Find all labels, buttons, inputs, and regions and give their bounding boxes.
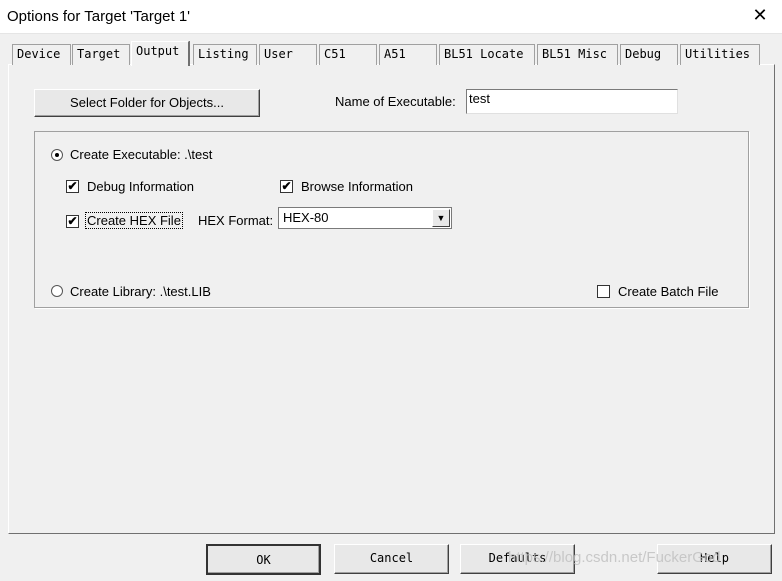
tab-a51[interactable]: A51 <box>379 44 437 65</box>
close-icon[interactable]: ✕ <box>748 5 772 26</box>
tab-target[interactable]: Target <box>72 44 130 65</box>
create-batch-file-checkbox[interactable] <box>597 285 610 298</box>
create-hex-checkbox[interactable]: ✔ <box>66 215 79 228</box>
tab-debug[interactable]: Debug <box>620 44 678 65</box>
cancel-button[interactable]: Cancel <box>334 544 449 574</box>
hex-format-value: HEX-80 <box>283 210 329 225</box>
watermark: https://blog.csdn.net/FuckerGod <box>508 549 721 566</box>
ok-button[interactable]: OK <box>206 544 321 575</box>
tab-utilities[interactable]: Utilities <box>680 44 760 65</box>
tab-listing[interactable]: Listing <box>193 44 257 65</box>
browse-information-checkbox[interactable]: ✔ <box>280 180 293 193</box>
tab-bl51-misc[interactable]: BL51 Misc <box>537 44 618 65</box>
debug-information-label: Debug Information <box>87 179 194 194</box>
chevron-down-icon[interactable]: ▼ <box>432 209 450 227</box>
create-library-label: Create Library: .\test.LIB <box>70 284 211 299</box>
name-of-executable-label: Name of Executable: <box>335 94 456 109</box>
create-library-radio[interactable] <box>51 285 63 297</box>
name-of-executable-input[interactable]: test <box>466 89 678 114</box>
browse-information-label: Browse Information <box>301 179 413 194</box>
create-batch-file-label: Create Batch File <box>618 284 719 299</box>
tab-user[interactable]: User <box>259 44 317 65</box>
hex-format-label: HEX Format: <box>198 213 274 228</box>
tab-c51[interactable]: C51 <box>319 44 377 65</box>
tab-device[interactable]: Device <box>12 44 71 65</box>
tab-bl51-locate[interactable]: BL51 Locate <box>439 44 535 65</box>
create-executable-label: Create Executable: .\test <box>70 147 213 162</box>
window-title: Options for Target 'Target 1' <box>7 8 191 25</box>
create-executable-radio[interactable] <box>51 149 63 161</box>
select-folder-button[interactable]: Select Folder for Objects... <box>34 89 260 117</box>
hex-format-select[interactable]: HEX-80 ▼ <box>278 207 452 229</box>
debug-information-checkbox[interactable]: ✔ <box>66 180 79 193</box>
tab-output[interactable]: Output <box>131 41 189 66</box>
create-hex-label: Create HEX File <box>85 212 183 229</box>
